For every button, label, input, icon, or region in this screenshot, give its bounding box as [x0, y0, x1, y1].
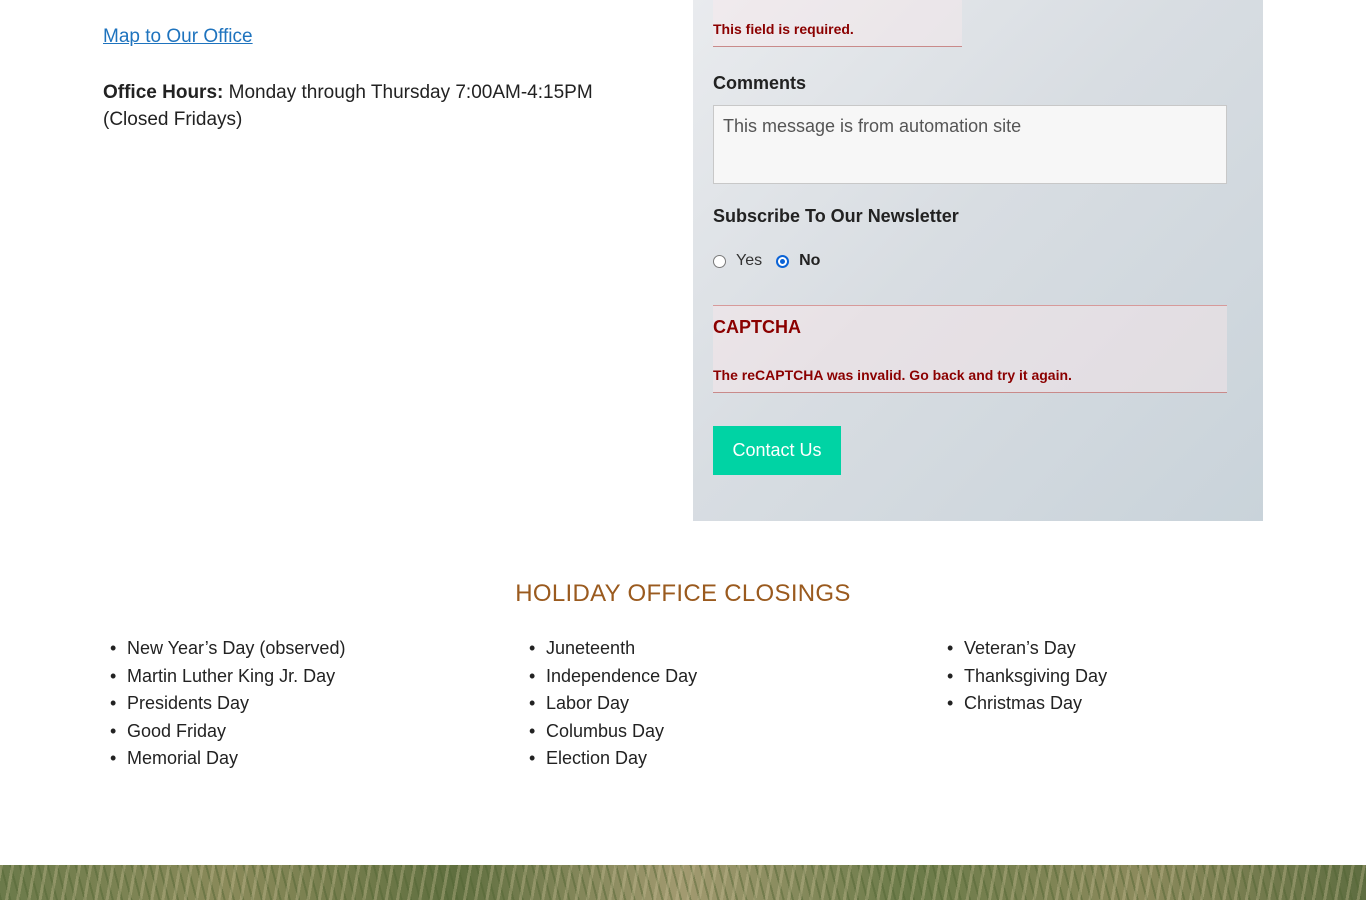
list-item: Columbus Day: [522, 718, 697, 746]
office-hours: Office Hours: Monday through Thursday 7:…: [103, 79, 663, 133]
list-item: Christmas Day: [940, 690, 1107, 718]
comments-textarea[interactable]: This message is from automation site: [713, 105, 1227, 184]
list-item: Veteran’s Day: [940, 635, 1107, 663]
list-item: Election Day: [522, 745, 697, 773]
comments-label: Comments: [713, 73, 807, 93]
list-item: Memorial Day: [103, 745, 345, 773]
captcha-title: CAPTCHA: [713, 317, 801, 337]
map-to-office-link[interactable]: Map to Our Office: [103, 26, 253, 48]
newsletter-radio-group: Yes No: [713, 250, 834, 272]
list-item: New Year’s Day (observed): [103, 635, 345, 663]
previous-field-error-box: This field is required.: [713, 0, 962, 47]
list-item: Independence Day: [522, 663, 697, 691]
holiday-list-column-1: New Year’s Day (observed) Martin Luther …: [103, 635, 345, 773]
newsletter-label: Subscribe To Our Newsletter: [713, 206, 959, 226]
newsletter-no-label[interactable]: No: [799, 252, 820, 270]
field-required-error: This field is required.: [713, 21, 854, 37]
contact-form-panel: This field is required. Comments This me…: [693, 0, 1263, 521]
list-item: Presidents Day: [103, 690, 345, 718]
captcha-error-box: CAPTCHA The reCAPTCHA was invalid. Go ba…: [713, 305, 1227, 393]
list-item: Martin Luther King Jr. Day: [103, 663, 345, 691]
list-item: Juneteenth: [522, 635, 697, 663]
newsletter-yes-radio[interactable]: [713, 254, 726, 268]
list-item: Good Friday: [103, 718, 345, 746]
newsletter-no-radio[interactable]: [776, 254, 790, 268]
captcha-error-message: The reCAPTCHA was invalid. Go back and t…: [713, 367, 1072, 383]
contact-us-button[interactable]: Contact Us: [713, 426, 841, 475]
footer-background-image: [0, 865, 1366, 900]
holiday-closings-heading: HOLIDAY OFFICE CLOSINGS: [515, 580, 851, 607]
holiday-list-column-2: Juneteenth Independence Day Labor Day Co…: [522, 635, 697, 773]
holiday-list-column-3: Veteran’s Day Thanksgiving Day Christmas…: [940, 635, 1107, 718]
list-item: Thanksgiving Day: [940, 663, 1107, 691]
newsletter-yes-label[interactable]: Yes: [736, 252, 762, 270]
office-hours-label: Office Hours:: [103, 82, 224, 103]
list-item: Labor Day: [522, 690, 697, 718]
